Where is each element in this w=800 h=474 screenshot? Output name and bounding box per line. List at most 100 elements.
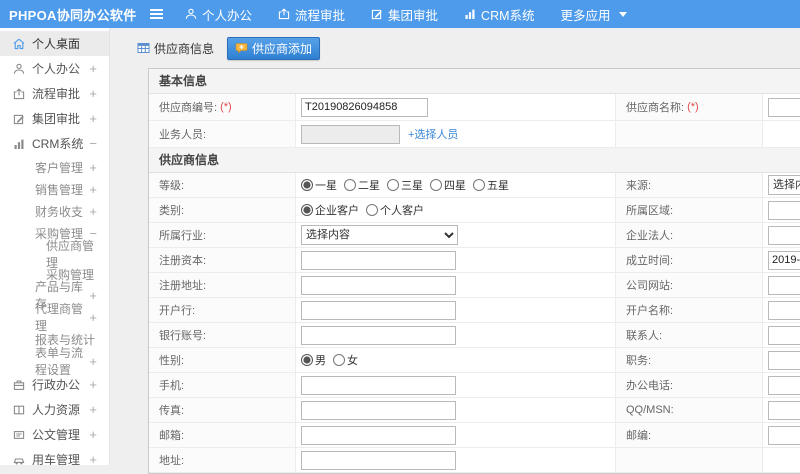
text-input[interactable] — [768, 350, 800, 370]
expand-toggle-icon[interactable]: + — [89, 182, 99, 197]
text-input[interactable] — [768, 375, 800, 395]
radio-input[interactable] — [301, 354, 313, 366]
topnav-item-4[interactable]: 更多应用 — [548, 0, 640, 28]
sidebar-item-3[interactable]: 集团审批 + — [0, 106, 109, 131]
radio-option[interactable]: 女 — [333, 352, 358, 368]
field-label-cell: 手机: — [149, 373, 296, 397]
tab-1[interactable]: 供应商添加 — [227, 36, 321, 60]
expand-toggle-icon[interactable]: + — [89, 452, 99, 465]
pick-person-link[interactable]: +选择人员 — [408, 126, 458, 142]
edit-icon — [13, 113, 25, 125]
expand-toggle-icon[interactable]: + — [89, 354, 99, 369]
field-label-cell: 注册资本: — [149, 248, 296, 272]
radio-input[interactable] — [473, 179, 485, 191]
sidebar-item-7[interactable]: 财务收支 + — [0, 200, 109, 222]
field-label-cell: 类别: — [149, 198, 296, 222]
text-input[interactable] — [768, 325, 800, 345]
field-cell — [763, 398, 800, 422]
menu-toggle-icon[interactable] — [140, 0, 172, 28]
sidebar-item-14[interactable]: 表单与流程设置 + — [0, 346, 109, 377]
text-input[interactable] — [301, 275, 456, 295]
text-input[interactable] — [301, 250, 456, 270]
topnav-item-label: 更多应用 — [560, 8, 611, 23]
radio-input[interactable] — [430, 179, 442, 191]
text-input[interactable] — [768, 225, 800, 245]
text-input[interactable] — [768, 97, 800, 117]
topnav-item-2[interactable]: 集团审批 — [358, 0, 451, 28]
text-input[interactable] — [301, 375, 456, 395]
field-label: 供应商编号: — [159, 102, 218, 114]
topnav-item-0[interactable]: 个人办公 — [172, 0, 265, 28]
select-input[interactable]: 选择内容 — [768, 175, 800, 195]
tab-0[interactable]: 供应商信息 — [133, 38, 218, 59]
expand-toggle-icon[interactable]: + — [89, 402, 99, 417]
sidebar-item-2[interactable]: 流程审批 + — [0, 81, 109, 106]
expand-toggle-icon[interactable]: + — [89, 310, 99, 325]
sidebar-item-0[interactable]: 个人桌面 — [0, 31, 109, 56]
sidebar-item-4[interactable]: CRM系统 − — [0, 131, 109, 156]
field-label-cell: 企业法人: — [616, 223, 763, 247]
field-cell: +选择人员 — [296, 121, 616, 147]
text-input[interactable] — [301, 124, 400, 144]
radio-option[interactable]: 男 — [301, 352, 326, 368]
field-cell: 一星 二星 三星 四星 五星 — [296, 173, 616, 197]
radio-option[interactable]: 五星 — [473, 177, 509, 193]
text-input[interactable] — [768, 250, 800, 270]
field-label: 类别: — [159, 205, 185, 217]
radio-option[interactable]: 三星 — [387, 177, 423, 193]
select-input[interactable]: 选择内容 — [301, 225, 458, 245]
sidebar-item-17[interactable]: 公文管理 + — [0, 422, 109, 447]
text-input[interactable] — [301, 425, 456, 445]
topnav-item-3[interactable]: CRM系统 — [451, 0, 547, 28]
text-input[interactable] — [301, 325, 456, 345]
sidebar-item-6[interactable]: 销售管理 + — [0, 178, 109, 200]
radio-input[interactable] — [387, 179, 399, 191]
field-cell — [763, 423, 800, 447]
expand-toggle-icon[interactable]: + — [89, 427, 99, 442]
text-input[interactable] — [768, 400, 800, 420]
radio-option[interactable]: 一星 — [301, 177, 337, 193]
text-input[interactable] — [301, 97, 428, 117]
topnav-item-1[interactable]: 流程审批 — [265, 0, 358, 28]
radio-input[interactable] — [301, 204, 313, 216]
radio-input[interactable] — [344, 179, 356, 191]
radio-input[interactable] — [366, 204, 378, 216]
radio-option[interactable]: 四星 — [430, 177, 466, 193]
radio-input[interactable] — [333, 354, 345, 366]
expand-toggle-icon[interactable]: + — [89, 377, 99, 392]
sidebar-item-label: 人力资源 — [32, 403, 81, 417]
expand-toggle-icon[interactable]: − — [89, 136, 99, 151]
radio-input[interactable] — [301, 179, 313, 191]
sidebar-item-12[interactable]: 代理商管理 + — [0, 302, 109, 333]
text-input[interactable] — [768, 275, 800, 295]
sidebar-item-5[interactable]: 客户管理 + — [0, 156, 109, 178]
field-label: QQ/MSN: — [626, 404, 674, 416]
field-label-cell: 所属区域: — [616, 198, 763, 222]
text-input[interactable] — [301, 300, 456, 320]
sidebar-item-16[interactable]: 人力资源 + — [0, 397, 109, 422]
supplier-form-panel: 基本信息供应商编号:(*)供应商名称:(*)业务人员:+选择人员供应商信息等级:… — [148, 68, 800, 474]
expand-toggle-icon[interactable]: + — [89, 61, 99, 76]
radio-option[interactable]: 二星 — [344, 177, 380, 193]
radio-option[interactable]: 个人客户 — [366, 202, 424, 218]
expand-toggle-icon[interactable]: + — [89, 160, 99, 175]
field-label-cell: 供应商编号: (*) — [149, 94, 296, 120]
field-label: 注册资本: — [159, 255, 207, 267]
expand-toggle-icon[interactable]: + — [89, 204, 99, 219]
sidebar-item-1[interactable]: 个人办公 + — [0, 56, 109, 81]
text-input[interactable] — [768, 300, 800, 320]
text-input[interactable] — [301, 400, 456, 420]
field-cell — [296, 323, 616, 347]
radio-option[interactable]: 企业客户 — [301, 202, 359, 218]
expand-toggle-icon[interactable]: + — [89, 288, 99, 303]
text-input[interactable] — [301, 450, 456, 470]
field-label-cell: 所属行业: — [149, 223, 296, 247]
expand-toggle-icon[interactable]: + — [89, 111, 99, 126]
sidebar-item-9[interactable]: 供应商管理 — [0, 239, 109, 270]
sidebar-item-15[interactable]: 行政办公 + — [0, 372, 109, 397]
sidebar-item-18[interactable]: 用车管理 + — [0, 447, 109, 465]
text-input[interactable] — [768, 200, 800, 220]
expand-toggle-icon[interactable]: + — [89, 86, 99, 101]
text-input[interactable] — [768, 425, 800, 445]
field-cell: 企业客户 个人客户 — [296, 198, 616, 222]
